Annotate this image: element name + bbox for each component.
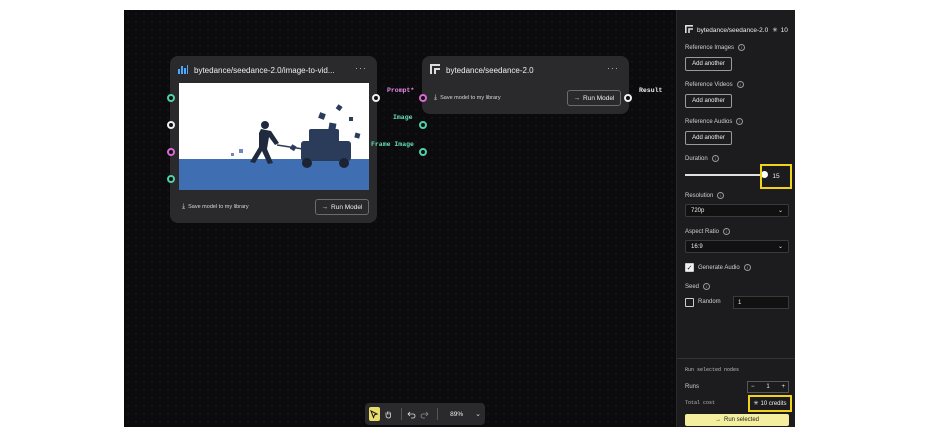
resolution-select[interactable]: 720p ⌄ — [685, 204, 789, 217]
input-port[interactable] — [419, 94, 427, 102]
reference-audios-label: Reference Audios i — [685, 118, 744, 125]
info-icon[interactable]: i — [711, 155, 719, 162]
chevron-down-icon[interactable]: ⌄ — [475, 410, 481, 418]
arrow-right-icon: → — [573, 94, 581, 102]
image-to-video-node[interactable]: bytedance/seedance-2.0/image-to-vid... ·… — [170, 56, 377, 223]
download-icon: ⤓ — [434, 94, 438, 101]
total-cost-label: Total cost — [685, 400, 716, 406]
aspect-ratio-label: Aspect Ratio i — [685, 228, 731, 235]
runs-stepper[interactable]: − 1 + — [747, 381, 789, 393]
result-port-label: Result — [639, 87, 663, 94]
info-icon[interactable]: i — [736, 118, 744, 125]
input-port[interactable] — [167, 148, 175, 156]
workflow-canvas[interactable]: bytedance/seedance-2.0/image-to-vid... ·… — [124, 10, 676, 427]
header-credits: 10 — [780, 26, 788, 34]
input-port[interactable] — [419, 121, 427, 129]
input-port[interactable] — [167, 94, 175, 102]
generate-audio-checkbox[interactable]: ✓ — [685, 263, 694, 272]
panel-model-name: bytedance/seedance-2.0 — [697, 26, 769, 34]
download-icon: ⤓ — [182, 203, 186, 210]
save-model-link[interactable]: ⤓ Save model to my library — [182, 203, 249, 211]
info-icon[interactable]: i — [736, 81, 744, 88]
credits-icon: ✳ — [753, 401, 759, 407]
more-options-icon[interactable]: ··· — [607, 63, 619, 73]
info-icon[interactable]: i — [743, 264, 751, 271]
output-port[interactable] — [372, 94, 380, 102]
info-icon[interactable]: i — [723, 228, 731, 235]
settings-panel: bytedance/seedance-2.0 ✳ 10 Reference Im… — [676, 10, 795, 427]
add-reference-video-button[interactable]: Add another — [685, 94, 732, 108]
info-icon[interactable]: i — [703, 283, 711, 290]
reference-images-label: Reference Images i — [685, 44, 746, 51]
arrow-right-icon: → — [321, 203, 329, 211]
node-title: bytedance/seedance-2.0 — [446, 65, 534, 75]
run-selected-nodes-label: Run selected nodes — [685, 367, 740, 373]
model-logo-icon — [685, 25, 693, 35]
resolution-label: Resolution i — [685, 192, 725, 199]
generate-audio-label: Generate Audio i — [698, 264, 751, 271]
duration-slider[interactable] — [685, 174, 763, 176]
node-title: bytedance/seedance-2.0/image-to-vid... — [194, 65, 335, 75]
add-reference-audio-button[interactable]: Add another — [685, 131, 732, 145]
add-reference-image-button[interactable]: Add another — [685, 57, 732, 71]
plus-icon[interactable]: + — [781, 384, 785, 390]
select-tool-icon[interactable] — [369, 407, 380, 421]
panel-divider — [677, 358, 795, 359]
undo-icon[interactable] — [406, 407, 417, 421]
bar-chart-icon — [178, 64, 188, 76]
toolbar-divider — [437, 408, 439, 420]
credits-icon: ✳ — [772, 27, 778, 34]
seedance-model-node[interactable]: bytedance/seedance-2.0 ··· ⤓ Save model … — [422, 56, 629, 114]
redo-icon[interactable] — [419, 407, 430, 421]
zoom-level[interactable]: 89% — [450, 411, 463, 418]
frame-image-port-label: Frame Image — [371, 141, 414, 148]
total-cost-value: ✳ 10 credits — [748, 395, 792, 412]
info-icon[interactable]: i — [738, 44, 746, 51]
node-header: bytedance/seedance-2.0 ··· — [430, 63, 621, 77]
runs-value: 1 — [766, 384, 770, 390]
duration-value[interactable]: 15 — [760, 164, 792, 189]
hand-tool-icon[interactable] — [383, 407, 394, 421]
random-seed-checkbox[interactable] — [685, 298, 694, 307]
node-header: bytedance/seedance-2.0/image-to-vid... ·… — [178, 63, 369, 77]
output-port[interactable] — [624, 94, 632, 102]
canvas-toolbar: 89% ⌄ — [365, 403, 485, 425]
node-preview-image — [179, 83, 369, 190]
run-selected-button[interactable]: → Run selected — [685, 414, 789, 426]
arrow-right-icon: → — [714, 417, 721, 423]
reference-videos-label: Reference Videos i — [685, 81, 744, 88]
check-icon: ✓ — [686, 264, 693, 272]
seed-input[interactable]: 1 — [733, 296, 789, 309]
run-model-button[interactable]: → Run Model — [315, 199, 369, 215]
minus-icon[interactable]: − — [751, 384, 755, 390]
aspect-ratio-select[interactable]: 16:9 ⌄ — [685, 240, 789, 253]
save-model-link[interactable]: ⤓ Save model to my library — [434, 94, 501, 102]
image-port-label: Image — [393, 114, 413, 121]
info-icon[interactable]: i — [717, 192, 725, 199]
input-port[interactable] — [167, 175, 175, 183]
panel-header: bytedance/seedance-2.0 ✳ 10 — [685, 25, 791, 35]
chevron-down-icon: ⌄ — [777, 208, 783, 214]
run-model-button[interactable]: → Run Model — [567, 90, 621, 106]
random-label: Random — [698, 299, 721, 305]
app-window: bytedance/seedance-2.0/image-to-vid... ·… — [124, 10, 795, 427]
input-port[interactable] — [167, 121, 175, 129]
chevron-down-icon: ⌄ — [777, 244, 783, 250]
model-logo-icon — [430, 64, 440, 76]
runs-label: Runs — [685, 384, 700, 390]
seed-label: Seed i — [685, 283, 711, 290]
toolbar-divider — [400, 408, 402, 420]
prompt-port-label: Prompt* — [387, 87, 415, 94]
more-options-icon[interactable]: ··· — [355, 63, 367, 73]
duration-label: Duration i — [685, 155, 719, 162]
input-port[interactable] — [419, 148, 427, 156]
